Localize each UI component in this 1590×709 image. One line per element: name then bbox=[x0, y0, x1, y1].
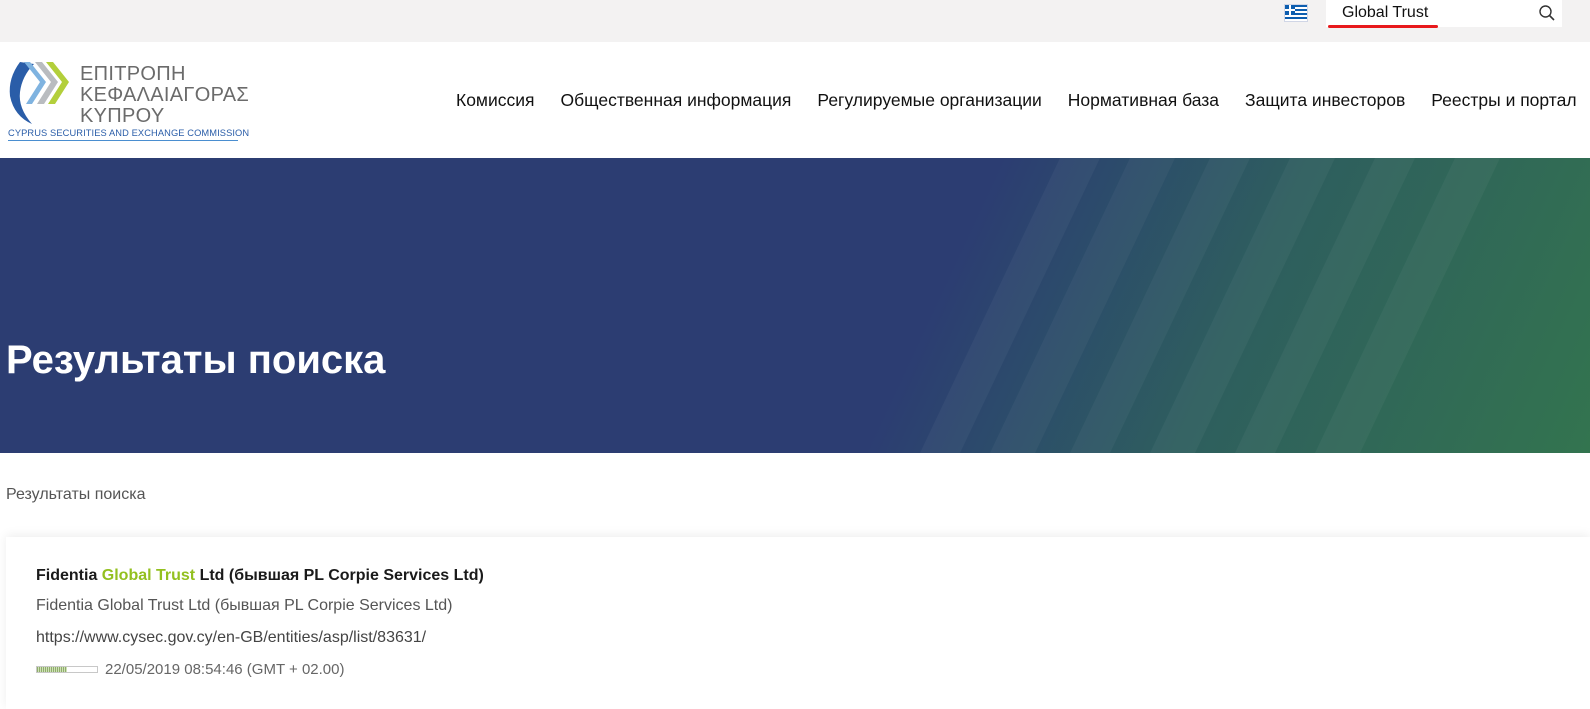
logo-line-1: ΕΠΙΤΡΟΠΗ bbox=[80, 63, 186, 85]
hero-stripes-decoration bbox=[0, 158, 1590, 453]
result-title-link[interactable]: Fidentia Global Trust Ltd (бывшая PL Cor… bbox=[36, 567, 484, 585]
search-box[interactable]: Global Trust bbox=[1326, 0, 1562, 28]
result-title-suffix: Ltd (бывшая PL Corpie Services Ltd) bbox=[195, 567, 484, 584]
search-result-card: Fidentia Global Trust Ltd (бывшая PL Cor… bbox=[6, 537, 1590, 709]
site-header: ΕΠΙΤΡΟΠΗ ΚΕΦΑΛΑΙΑΓΟΡΑΣ ΚΥΠΡΟΥ CYPRUS SEC… bbox=[0, 42, 1590, 158]
nav-item-legal-framework[interactable]: Нормативная база bbox=[1068, 90, 1219, 111]
logo-subtitle: CYPRUS SECURITIES AND EXCHANGE COMMISSIO… bbox=[8, 128, 250, 138]
logo-divider bbox=[8, 140, 238, 141]
main-nav: Комиссия Общественная информация Регулир… bbox=[456, 90, 1590, 111]
search-input[interactable]: Global Trust bbox=[1342, 4, 1428, 22]
result-title-prefix: Fidentia bbox=[36, 567, 102, 584]
result-title-highlight: Global Trust bbox=[101, 567, 196, 584]
nav-item-registers-portal[interactable]: Реестры и портал bbox=[1431, 90, 1576, 111]
top-bar: Global Trust bbox=[0, 0, 1590, 42]
cysec-logo[interactable]: ΕΠΙΤΡΟΠΗ ΚΕΦΑΛΑΙΑΓΟΡΑΣ ΚΥΠΡΟΥ CYPRUS SEC… bbox=[6, 54, 250, 146]
logo-line-3: ΚΥΠΡΟΥ bbox=[80, 105, 165, 127]
logo-line-2: ΚΕΦΑΛΑΙΑΓΟΡΑΣ bbox=[80, 84, 250, 106]
nav-item-public-information[interactable]: Общественная информация bbox=[561, 90, 792, 111]
result-snippet: Fidentia Global Trust Ltd (бывшая PL Cor… bbox=[36, 597, 453, 614]
search-underline-annotation bbox=[1328, 25, 1438, 28]
breadcrumb: Результаты поиска bbox=[6, 486, 146, 503]
result-date: 22/05/2019 08:54:46 (GMT + 02.00) bbox=[105, 661, 345, 678]
relevance-bar bbox=[36, 666, 98, 673]
nav-item-investor-protection[interactable]: Защита инвесторов bbox=[1245, 90, 1405, 111]
nav-item-regulated-entities[interactable]: Регулируемые организации bbox=[817, 90, 1041, 111]
greek-flag-icon[interactable] bbox=[1284, 4, 1308, 22]
hero-banner: Результаты поиска bbox=[0, 158, 1590, 453]
result-meta: 22/05/2019 08:54:46 (GMT + 02.00) bbox=[36, 661, 344, 678]
relevance-bar-fill bbox=[37, 667, 67, 672]
result-url[interactable]: https://www.cysec.gov.cy/en-GB/entities/… bbox=[36, 629, 426, 647]
nav-item-commission[interactable]: Комиссия bbox=[456, 90, 535, 111]
page-title: Результаты поиска bbox=[6, 338, 386, 382]
logo-chevrons-icon bbox=[9, 62, 69, 124]
search-icon[interactable] bbox=[1538, 4, 1556, 22]
